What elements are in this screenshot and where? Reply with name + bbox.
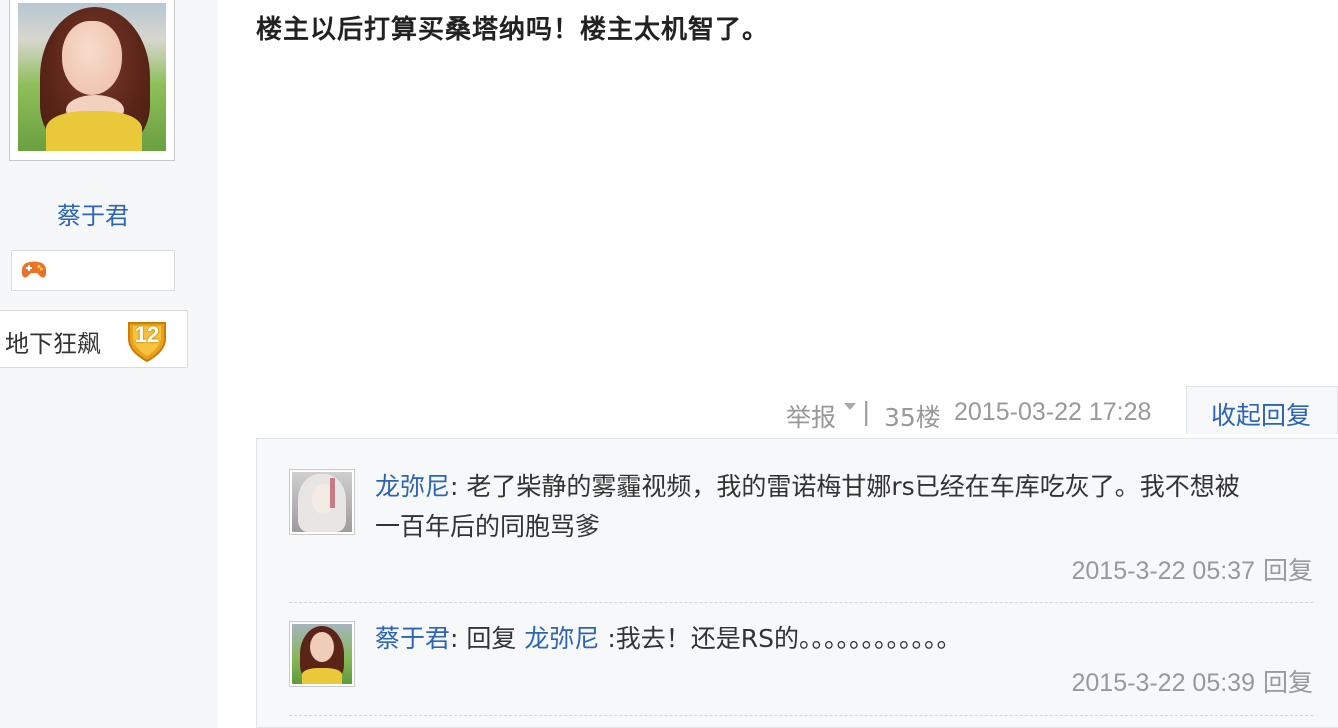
reply-avatar[interactable] [289,469,355,535]
reply-divider [289,602,1313,603]
reply-prefix: 回复 [458,624,525,653]
collapse-replies-label[interactable]: 收起回复 [1211,396,1311,432]
author-name-link[interactable]: 蔡于君 [0,196,186,231]
level-badge-icon: 12 [125,317,169,363]
reply-time: 2015-3-22 05:37 [1071,557,1255,585]
reply-content-line2: 一百年后的同胞骂爹 [375,512,601,541]
reply-target-link[interactable]: 龙弥尼 [524,624,599,653]
reply-text: 龙弥尼: 老了柴静的雾霾视频，我的雷诺梅甘娜rs已经在车库吃灰了。我不想被 一百… [375,467,1315,547]
reply-meta: 2015-3-22 05:39 回复 [1072,663,1314,699]
reply-content: 老了柴静的雾霾视频，我的雷诺梅甘娜rs已经在车库吃灰了。我不想被 [458,472,1240,501]
post-tail: 举报 | 35楼 2015-03-22 17:28 收起回复 [0,386,1338,438]
author-icon-box [11,250,175,291]
reply-user-link[interactable]: 蔡于君 [375,624,450,653]
reply-list: 龙弥尼: 老了柴静的雾霾视频，我的雷诺梅甘娜rs已经在车库吃灰了。我不想被 一百… [256,438,1338,728]
post-content: 楼主以后打算买桑塔纳吗！楼主太机智了。 [256,15,770,45]
reply-meta: 2015-3-22 05:37 回复 [1072,551,1314,587]
reply-text: 蔡于君: 回复 龙弥尼 :我去！还是RS的。。。。。。。。。。。。 [375,619,1315,659]
level-name: 地下狂飙 [5,330,101,358]
gamepad-icon[interactable] [20,260,48,280]
report-link[interactable]: 举报 [786,398,836,434]
collapse-replies-tab[interactable]: 收起回复 [1186,386,1338,434]
author-level-box[interactable]: 地下狂飙 12 [0,310,188,368]
level-number: 12 [134,322,160,347]
reply-time: 2015-3-22 05:39 [1071,669,1255,697]
separator: | [862,397,871,426]
reply-button[interactable]: 回复 [1263,556,1313,585]
reply-button[interactable]: 回复 [1263,668,1313,697]
reply-divider [289,715,1313,716]
author-sidebar: 蔡于君 地下狂飙 12 [0,0,218,728]
author-avatar[interactable] [9,0,175,161]
reply-avatar[interactable] [289,621,355,687]
reply-content: :我去！还是RS的。。。。。。。。。。。。 [599,624,962,653]
post-date: 2015-03-22 17:28 [954,398,1152,426]
avatar-image [18,3,166,151]
report-dropdown-icon[interactable] [844,403,856,410]
reply-user-link[interactable]: 龙弥尼 [375,472,450,501]
floor-number: 35楼 [884,403,941,432]
